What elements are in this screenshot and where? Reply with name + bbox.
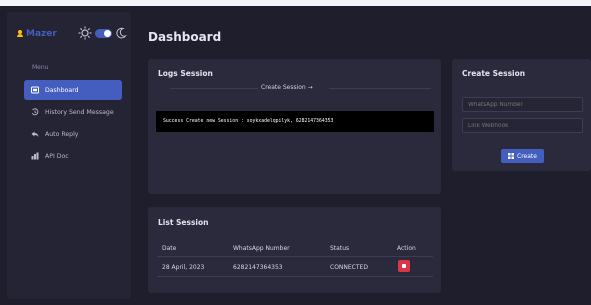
reply-icon — [31, 130, 39, 138]
brand-logo[interactable]: Mazer — [17, 29, 57, 39]
create-session-link[interactable]: Create Session → — [261, 84, 313, 91]
column-header-number: WhatsApp Number — [233, 245, 290, 252]
sidebar-item-dashboard[interactable]: Dashboard — [24, 80, 122, 100]
sidebar-item-label: API Doc — [45, 152, 69, 160]
stop-icon — [402, 264, 406, 268]
moon-icon — [116, 27, 127, 39]
menu-title: Menu — [32, 64, 49, 71]
sidebar-item-history[interactable]: History Send Message — [24, 102, 122, 122]
sidebar-item-label: Dashboard — [45, 86, 79, 94]
divider — [170, 88, 258, 89]
create-button[interactable]: Create — [501, 149, 544, 163]
divider — [329, 88, 431, 89]
create-session-title: Create Session — [462, 69, 526, 78]
history-icon — [31, 108, 39, 116]
dark-mode-switch[interactable] — [95, 28, 112, 38]
grid-icon — [31, 86, 39, 94]
sidebar-item-auto-reply[interactable]: Auto Reply — [24, 124, 122, 144]
webhook-input[interactable] — [462, 118, 583, 133]
whatsapp-number-input[interactable] — [462, 97, 583, 112]
api-doc-icon — [31, 152, 39, 160]
log-console: Success Create new Session : soykxadelqp… — [156, 111, 434, 132]
list-session-title: List Session — [158, 218, 209, 227]
theme-toggle[interactable] — [78, 26, 127, 40]
delete-session-button[interactable] — [398, 260, 410, 272]
brand-name: Mazer — [26, 29, 57, 39]
sidebar-item-api-doc[interactable]: API Doc — [24, 146, 122, 166]
user-icon — [17, 30, 23, 38]
table-divider — [157, 276, 433, 277]
sidebar-item-label: History Send Message — [45, 108, 114, 116]
sun-icon — [78, 26, 92, 40]
cell-number: 6282147364353 — [233, 264, 283, 271]
cell-status: CONNECTED — [330, 264, 368, 271]
table-divider — [157, 256, 433, 257]
cell-date: 28 April, 2023 — [162, 264, 205, 271]
sidebar-nav: Dashboard History Send Message Auto Repl… — [24, 80, 122, 168]
page-title: Dashboard — [148, 30, 222, 44]
column-header-action: Action — [397, 245, 416, 252]
create-button-label: Create — [517, 152, 537, 160]
grid-icon — [508, 153, 515, 159]
sidebar-item-label: Auto Reply — [45, 130, 79, 138]
column-header-date: Date — [162, 245, 177, 252]
logs-session-title: Logs Session — [158, 69, 213, 78]
column-header-status: Status — [330, 245, 350, 252]
